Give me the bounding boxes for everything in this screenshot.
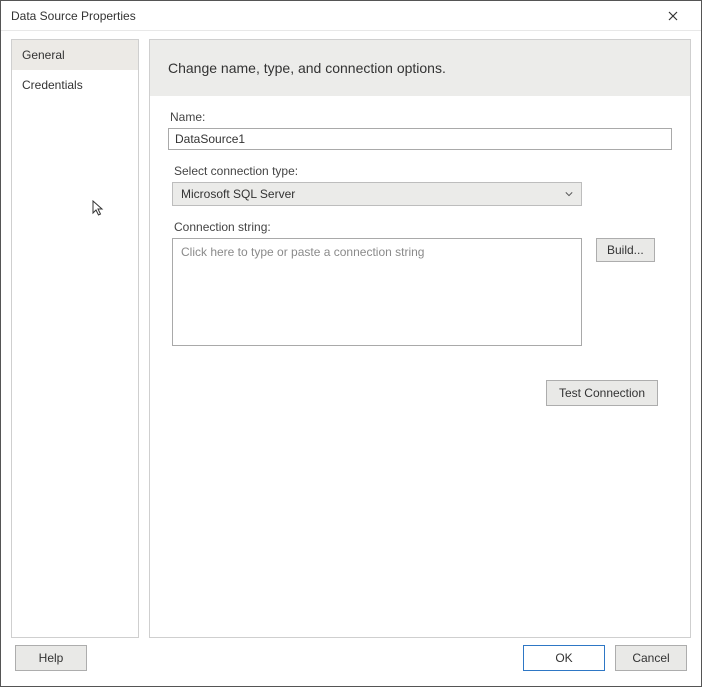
window-title: Data Source Properties bbox=[11, 9, 653, 23]
main-panel: Change name, type, and connection option… bbox=[149, 39, 691, 638]
ok-button[interactable]: OK bbox=[523, 645, 605, 671]
conn-type-label: Select connection type: bbox=[172, 164, 672, 178]
conn-string-input[interactable] bbox=[172, 238, 582, 346]
sidebar-item-label: Credentials bbox=[22, 78, 83, 92]
sidebar-item-general[interactable]: General bbox=[12, 40, 138, 70]
close-button[interactable] bbox=[653, 2, 693, 30]
cancel-button[interactable]: Cancel bbox=[615, 645, 687, 671]
panel-content: Name: Select connection type: Microsoft … bbox=[150, 96, 690, 420]
name-input[interactable] bbox=[168, 128, 672, 150]
chevron-down-icon bbox=[564, 189, 574, 199]
conn-type-select[interactable]: Microsoft SQL Server bbox=[172, 182, 582, 206]
name-label: Name: bbox=[168, 110, 672, 124]
name-field-group: Name: bbox=[168, 110, 672, 150]
test-connection-row: Test Connection bbox=[172, 380, 658, 406]
conn-string-field-group: Connection string: Build... bbox=[172, 220, 672, 346]
panel-heading: Change name, type, and connection option… bbox=[150, 40, 690, 96]
conn-type-field-group: Select connection type: Microsoft SQL Se… bbox=[172, 164, 672, 206]
close-icon bbox=[668, 8, 678, 24]
sidebar-item-credentials[interactable]: Credentials bbox=[12, 70, 138, 100]
conn-string-label: Connection string: bbox=[172, 220, 672, 234]
dialog-window: Data Source Properties General Credentia… bbox=[0, 0, 702, 687]
help-button[interactable]: Help bbox=[15, 645, 87, 671]
sidebar: General Credentials bbox=[11, 39, 139, 638]
build-button[interactable]: Build... bbox=[596, 238, 655, 262]
dialog-body: General Credentials Change name, type, a… bbox=[1, 31, 701, 638]
sidebar-item-label: General bbox=[22, 48, 65, 62]
conn-type-value: Microsoft SQL Server bbox=[181, 187, 295, 201]
dialog-footer: Help OK Cancel bbox=[1, 638, 701, 686]
test-connection-button[interactable]: Test Connection bbox=[546, 380, 658, 406]
titlebar: Data Source Properties bbox=[1, 1, 701, 31]
